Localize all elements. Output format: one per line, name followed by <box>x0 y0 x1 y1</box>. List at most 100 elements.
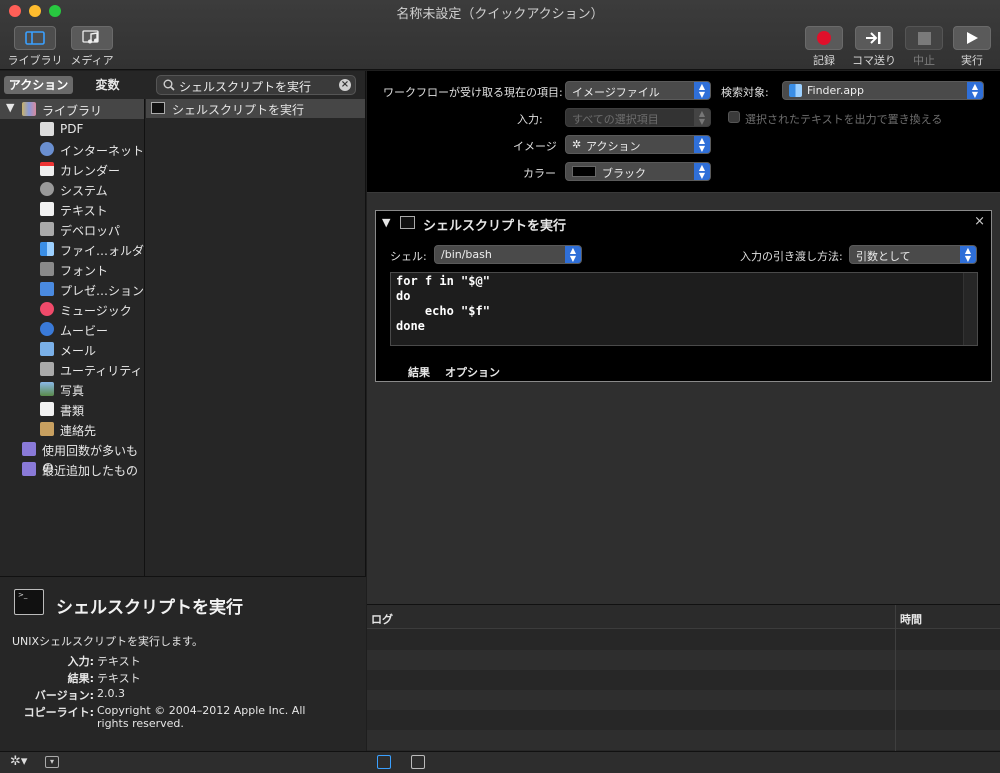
color-label: カラー <box>523 167 556 180</box>
media-label: メディア <box>70 54 114 67</box>
action-list-item[interactable]: シェルスクリプトを実行 <box>146 99 365 118</box>
category-calendar[interactable]: カレンダー <box>0 159 144 179</box>
record-icon <box>817 31 831 45</box>
category-system[interactable]: システム <box>0 179 144 199</box>
keynote-icon <box>40 282 54 296</box>
category-utilities[interactable]: ユーティリティ <box>0 359 144 379</box>
record-button[interactable] <box>805 26 843 50</box>
search-query: シェルスクリプトを実行 <box>179 80 312 94</box>
popup-arrows-icon: ▲ ▼ <box>960 246 976 263</box>
globe-icon <box>40 142 54 156</box>
pdf-icon <box>40 122 54 136</box>
font-book-icon <box>40 262 54 276</box>
log-column-header[interactable]: ログ <box>371 611 393 627</box>
receives-label: ワークフローが受け取る現在の項目: <box>383 86 563 99</box>
category-movies[interactable]: ムービー <box>0 319 144 339</box>
replace-text-label: 選択されたテキストを出力で置き換える <box>745 113 943 126</box>
terminal-icon <box>400 216 415 229</box>
category-pdf[interactable]: PDF <box>0 119 144 139</box>
terminal-icon <box>151 102 165 114</box>
gear-menu-icon[interactable]: ✲▾ <box>10 754 27 769</box>
calendar-icon <box>40 162 54 176</box>
table-row <box>367 630 1000 650</box>
image-popup[interactable]: ✲ アクション ▲ ▼ <box>565 135 711 154</box>
popup-arrows-icon: ▲ ▼ <box>565 246 581 263</box>
editor-scrollbar[interactable] <box>963 273 977 345</box>
finder-icon <box>40 242 54 256</box>
popup-arrows-icon: ▲ ▼ <box>694 82 710 99</box>
shell-popup[interactable]: /bin/bash ▲ ▼ <box>434 245 582 264</box>
search-target-popup[interactable]: Finder.app ▲ ▼ <box>782 81 984 100</box>
category-library[interactable]: ▼ ライブラリ <box>0 99 144 119</box>
show-description-icon[interactable]: ▾ <box>45 756 59 768</box>
run-button[interactable] <box>953 26 991 50</box>
action-title: シェルスクリプトを実行 <box>423 219 567 234</box>
table-row <box>367 730 1000 750</box>
pass-input-popup[interactable]: 引数として ▲ ▼ <box>849 245 977 264</box>
gear-icon <box>40 182 54 196</box>
workflow-settings: ワークフローが受け取る現在の項目: イメージファイル ▲ ▼ 検索対象: Find… <box>367 71 1000 193</box>
media-button[interactable] <box>71 26 113 50</box>
category-developer[interactable]: デベロッパ <box>0 219 144 239</box>
music-note-icon <box>82 30 99 44</box>
category-text[interactable]: テキスト <box>0 199 144 219</box>
category-mail[interactable]: メール <box>0 339 144 359</box>
popup-arrows-icon: ▲ ▼ <box>694 109 710 126</box>
variables-tab[interactable]: 変数 <box>73 76 142 94</box>
flow-view-icon[interactable] <box>411 755 425 769</box>
image-label: イメージ <box>513 140 557 153</box>
actions-tab[interactable]: アクション <box>4 76 73 94</box>
tab-results[interactable]: 結果 <box>408 364 430 380</box>
smart-folder-icon <box>22 462 36 476</box>
category-music[interactable]: ミュージック <box>0 299 144 319</box>
title-bar: 名称未設定（クイックアクション） ライブラリ メディア 記録 コマ送り 中止 実… <box>0 0 1000 70</box>
clear-search-icon[interactable]: × <box>339 79 351 91</box>
utilities-icon <box>40 362 54 376</box>
input-popup[interactable]: すべての選択項目 ▲ ▼ <box>565 108 711 127</box>
category-fonts[interactable]: フォント <box>0 259 144 279</box>
window-title: 名称未設定（クイックアクション） <box>396 7 604 22</box>
shell-script-action: ▼ シェルスクリプトを実行 × シェル: /bin/bash ▲ ▼ 入力の引き渡… <box>375 210 992 382</box>
popup-arrows-icon: ▲ ▼ <box>967 82 983 99</box>
text-document-icon <box>40 202 54 216</box>
smart-group-most-used[interactable]: 使用回数が多いもの <box>0 439 144 475</box>
replace-text-checkbox[interactable] <box>728 111 740 123</box>
category-internet[interactable]: インターネット <box>0 139 144 159</box>
popup-arrows-icon: ▲ ▼ <box>694 163 710 180</box>
smart-group-recently-added[interactable]: 最近追加したもの <box>0 459 144 479</box>
photo-icon <box>40 382 54 396</box>
time-column-header[interactable]: 時間 <box>900 611 922 627</box>
category-photos[interactable]: 写真 <box>0 379 144 399</box>
category-list: ▼ ライブラリ PDF インターネット カレンダー システム テキスト デベロッ… <box>0 99 145 576</box>
remove-action-icon[interactable]: × <box>974 214 985 229</box>
disclosure-triangle-icon[interactable]: ▼ <box>6 101 14 114</box>
music-icon <box>40 302 54 316</box>
step-button[interactable] <box>855 26 893 50</box>
smart-folder-icon <box>22 442 36 456</box>
table-row <box>367 650 1000 670</box>
input-label: 入力: <box>517 113 543 126</box>
terminal-icon: >_ <box>14 589 44 615</box>
play-icon <box>967 32 978 44</box>
receives-popup[interactable]: イメージファイル ▲ ▼ <box>565 81 711 100</box>
category-files-folders[interactable]: ファイ…ォルダ <box>0 239 144 259</box>
category-presentations[interactable]: プレゼ…ション <box>0 279 144 299</box>
collapse-triangle-icon[interactable]: ▼ <box>382 216 390 229</box>
script-editor[interactable]: for f in "$@" do echo "$f" done <box>390 272 978 346</box>
action-result-list: シェルスクリプトを実行 <box>146 99 365 576</box>
category-contacts[interactable]: 連絡先 <box>0 419 144 439</box>
category-documents[interactable]: 書類 <box>0 399 144 419</box>
shell-label: シェル: <box>390 250 427 263</box>
tab-options[interactable]: オプション <box>445 364 500 380</box>
column-divider <box>895 605 896 752</box>
color-popup[interactable]: ブラック ▲ ▼ <box>565 162 711 181</box>
library-segmented-control: アクション 変数 <box>4 76 142 94</box>
stop-button[interactable] <box>905 26 943 50</box>
search-field[interactable]: シェルスクリプトを実行 × <box>156 75 356 95</box>
list-view-icon[interactable] <box>377 755 391 769</box>
library-toggle-button[interactable] <box>14 26 56 50</box>
library-icon <box>25 31 45 45</box>
library-pane: アクション 変数 シェルスクリプトを実行 × ▼ ライブラリ PDF インターネ… <box>0 71 366 751</box>
document-icon <box>40 402 54 416</box>
search-icon <box>163 79 175 91</box>
